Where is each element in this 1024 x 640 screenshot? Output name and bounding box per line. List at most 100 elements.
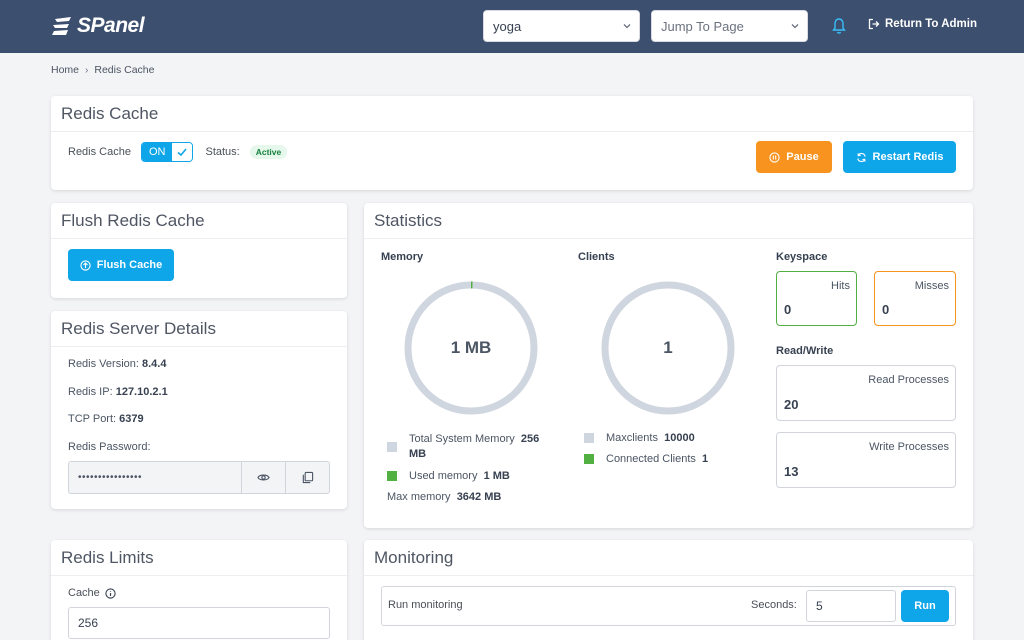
breadcrumb-home[interactable]: Home [51,64,79,76]
spanel-logo[interactable]: SPanel [51,14,145,38]
max-memory-value: 3642 MB [456,491,502,503]
toggle-on-label: ON [141,143,173,161]
cache-limit-label: Cache [68,587,100,599]
redis-cache-title: Redis Cache [51,96,973,132]
redis-version-value: 8.4.4 [142,358,167,370]
status-label: Status: [205,146,240,158]
cache-limit-label-row: Cache [68,587,116,599]
spanel-logo-icon [52,17,71,35]
redis-ip-label: Redis IP: [68,386,113,398]
flush-redis-cache-title: Flush Redis Cache [51,203,347,239]
maxclients-label: Maxclients [606,432,658,444]
redis-version-label: Redis Version: [68,358,139,370]
legend-connected-clients-swatch [584,454,594,464]
check-icon [172,143,193,161]
bell-icon[interactable] [831,17,847,35]
hits-label: Hits [831,280,850,292]
tcp-port-label: TCP Port: [68,413,117,425]
run-monitoring-label: Run monitoring [388,599,463,611]
spanel-logo-text: SPanel [77,14,145,37]
run-button-label: Run [914,600,936,612]
misses-label: Misses [914,280,949,292]
redis-cache-toggle[interactable]: ON [140,142,194,162]
maxclients-value: 10000 [664,432,695,444]
breadcrumb-separator-icon: › [85,64,89,76]
status-badge: Active [249,145,288,159]
write-processes-box: Write Processes 13 [776,432,956,488]
tcp-port-row: TCP Port: 6379 [68,413,144,425]
misses-value: 0 [882,302,890,317]
clients-heading: Clients [578,251,615,263]
read-processes-value: 20 [784,397,799,412]
connected-clients-value: 1 [702,453,709,465]
max-memory-row: Max memory 3642 MB [387,490,501,505]
statistics-title: Statistics [364,203,973,239]
redis-password-value[interactable]: •••••••••••••••• [69,462,241,493]
keyspace-heading: Keyspace [776,251,828,263]
seconds-label: Seconds: [751,599,797,611]
account-select[interactable]: yoga [483,10,640,42]
legend-connected-clients: Connected Clients 1 [606,452,708,467]
seconds-input[interactable]: 5 [806,590,896,622]
redis-limits-card: Redis Limits Cache 256 [51,540,347,640]
used-memory-label: Used memory [409,470,478,482]
clients-donut-center: 1 [663,338,673,357]
cache-limit-value: 256 [78,616,99,630]
total-memory-value: 256 [520,433,540,445]
flush-cache-button[interactable]: Flush Cache [68,249,174,281]
legend-maxclients: Maxclients 10000 [606,431,695,446]
memory-donut-center: 1 MB [450,338,492,357]
total-memory-unit: MB [409,448,427,460]
refresh-icon [856,152,866,162]
legend-used-memory: Used memory 1 MB [409,469,510,484]
chevron-down-icon [791,24,799,29]
read-processes-box: Read Processes 20 [776,365,956,421]
jump-to-page-select[interactable]: Jump To Page [651,10,808,42]
restart-redis-label: Restart Redis [872,151,944,163]
restart-redis-button[interactable]: Restart Redis [843,141,956,173]
misses-box: Misses 0 [874,271,956,326]
redis-cache-card: Redis Cache Redis Cache ON Status: Activ… [51,96,973,190]
redis-version-row: Redis Version: 8.4.4 [68,358,166,370]
max-memory-label: Max memory [387,491,451,503]
redis-password-label: Redis Password: [68,441,151,453]
flush-cache-label: Flush Cache [96,259,163,271]
redis-password-field: •••••••••••••••• [68,461,330,494]
memory-heading: Memory [381,251,424,263]
used-memory-value: 1 MB [483,470,510,482]
breadcrumb-current: Redis Cache [94,64,155,76]
eye-icon [257,474,270,481]
show-password-button[interactable] [241,462,285,493]
pause-button[interactable]: Pause [756,141,832,173]
top-bar: SPanel yoga Jump To Page Return To Admin [0,0,1024,53]
account-select-value: yoga [493,18,522,34]
statistics-card: Statistics Memory 1 MB Total System Memo… [364,203,973,528]
monitoring-title: Monitoring [364,540,973,576]
legend-total-memory-swatch [387,442,397,452]
copy-password-button[interactable] [285,462,329,493]
total-memory-label: Total System Memory [409,433,515,445]
return-to-admin-label: Return To Admin [885,18,977,30]
breadcrumb: Home › Redis Cache [51,64,154,76]
redis-limits-title: Redis Limits [51,540,347,576]
legend-used-memory-swatch [387,471,397,481]
redis-cache-controls: Redis Cache ON Status: Active [68,142,288,162]
pause-icon [769,151,780,163]
return-to-admin-link[interactable]: Return To Admin [868,18,977,30]
copy-icon [302,471,314,484]
info-icon[interactable] [105,587,116,599]
monitoring-run-bar: Run monitoring Seconds: 5 Run [381,586,956,626]
legend-maxclients-swatch [584,433,594,443]
cache-limit-input[interactable]: 256 [68,607,330,639]
tcp-port-value: 6379 [119,413,144,425]
legend-total-memory: Total System Memory 256 MB [409,432,559,462]
arrow-up-circle-icon [80,259,91,271]
pause-label: Pause [786,151,819,163]
monitoring-card: Monitoring Run monitoring Seconds: 5 Run [364,540,973,640]
readwrite-heading: Read/Write [776,345,834,357]
redis-cache-toggle-label: Redis Cache [68,146,131,158]
run-button[interactable]: Run [901,590,949,622]
connected-clients-label: Connected Clients [606,453,696,465]
redis-server-details-title: Redis Server Details [51,311,347,347]
redis-ip-value: 127.10.2.1 [115,386,168,398]
